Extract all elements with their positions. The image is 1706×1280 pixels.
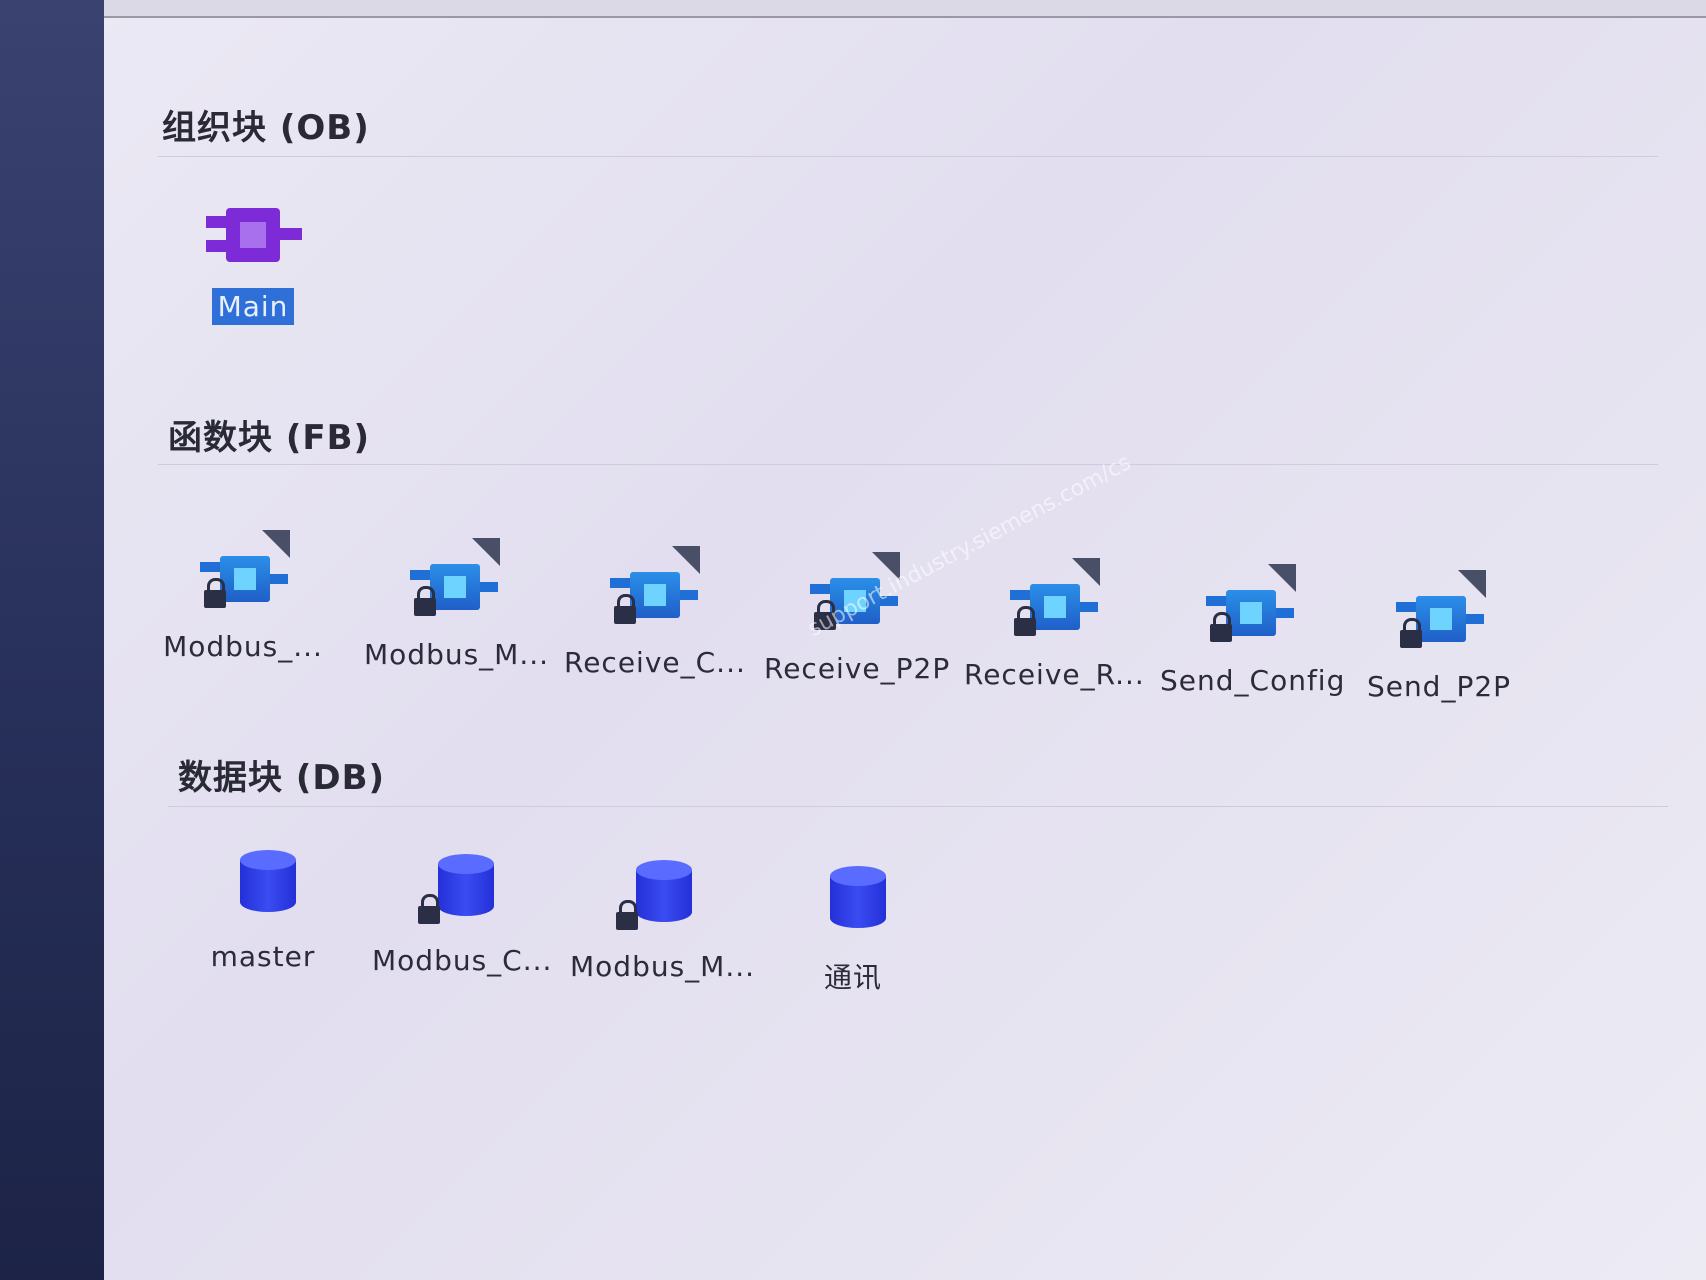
section-divider-db bbox=[168, 806, 1668, 807]
block-modbus-1[interactable]: Modbus_... bbox=[148, 530, 338, 665]
section-title-db: 数据块 (DB) bbox=[178, 758, 386, 798]
screen: 组织块 (OB) Main 函数块 (FB) Modbus_... Modbus… bbox=[104, 0, 1706, 1280]
block-modbus-m[interactable]: Modbus_M... bbox=[358, 538, 548, 673]
section-title-fb: 函数块 (FB) bbox=[168, 418, 371, 458]
block-modbus-c-db[interactable]: Modbus_C... bbox=[366, 844, 556, 979]
block-label: Main bbox=[211, 288, 295, 325]
section-divider-ob bbox=[158, 156, 1658, 157]
block-label: 通讯 bbox=[823, 961, 882, 994]
organization-block-icon bbox=[198, 190, 308, 280]
block-label: Modbus_... bbox=[163, 630, 323, 663]
block-label: Receive_R... bbox=[964, 658, 1145, 691]
block-receive-r[interactable]: Receive_R... bbox=[958, 558, 1148, 693]
section-title-ob: 组织块 (OB) bbox=[162, 108, 370, 148]
function-block-locked-icon bbox=[398, 538, 508, 628]
function-block-locked-icon bbox=[1384, 570, 1494, 660]
data-block-icon bbox=[798, 856, 908, 946]
program-blocks-panel: 组织块 (OB) Main 函数块 (FB) Modbus_... Modbus… bbox=[138, 60, 1698, 1260]
function-block-locked-icon bbox=[998, 558, 1108, 648]
block-label: Modbus_C... bbox=[372, 944, 553, 977]
function-block-locked-icon bbox=[598, 546, 708, 636]
function-block-locked-icon bbox=[1194, 564, 1304, 654]
data-block-locked-icon bbox=[406, 844, 516, 934]
data-block-locked-icon bbox=[604, 850, 714, 940]
block-label: Receive_C... bbox=[564, 646, 746, 679]
block-main[interactable]: Main bbox=[158, 190, 348, 325]
monitor-bezel bbox=[0, 0, 110, 1280]
block-send-p2p[interactable]: Send_P2P bbox=[1344, 570, 1534, 705]
block-label: Modbus_M... bbox=[364, 638, 550, 671]
window-top-edge bbox=[104, 0, 1706, 18]
block-label: Receive_P2P bbox=[764, 652, 951, 685]
block-label: Modbus_M... bbox=[570, 950, 756, 983]
block-label: master bbox=[210, 940, 316, 973]
section-divider-fb bbox=[158, 464, 1658, 465]
block-label: Send_P2P bbox=[1366, 670, 1512, 703]
block-modbus-m-db[interactable]: Modbus_M... bbox=[564, 850, 754, 985]
block-tongxun[interactable]: 通讯 bbox=[758, 856, 948, 998]
block-send-config[interactable]: Send_Config bbox=[1154, 564, 1344, 699]
block-master[interactable]: master bbox=[168, 840, 358, 975]
data-block-icon bbox=[208, 840, 318, 930]
function-block-locked-icon bbox=[188, 530, 298, 620]
block-label: Send_Config bbox=[1160, 664, 1346, 697]
block-receive-c[interactable]: Receive_C... bbox=[558, 546, 748, 681]
